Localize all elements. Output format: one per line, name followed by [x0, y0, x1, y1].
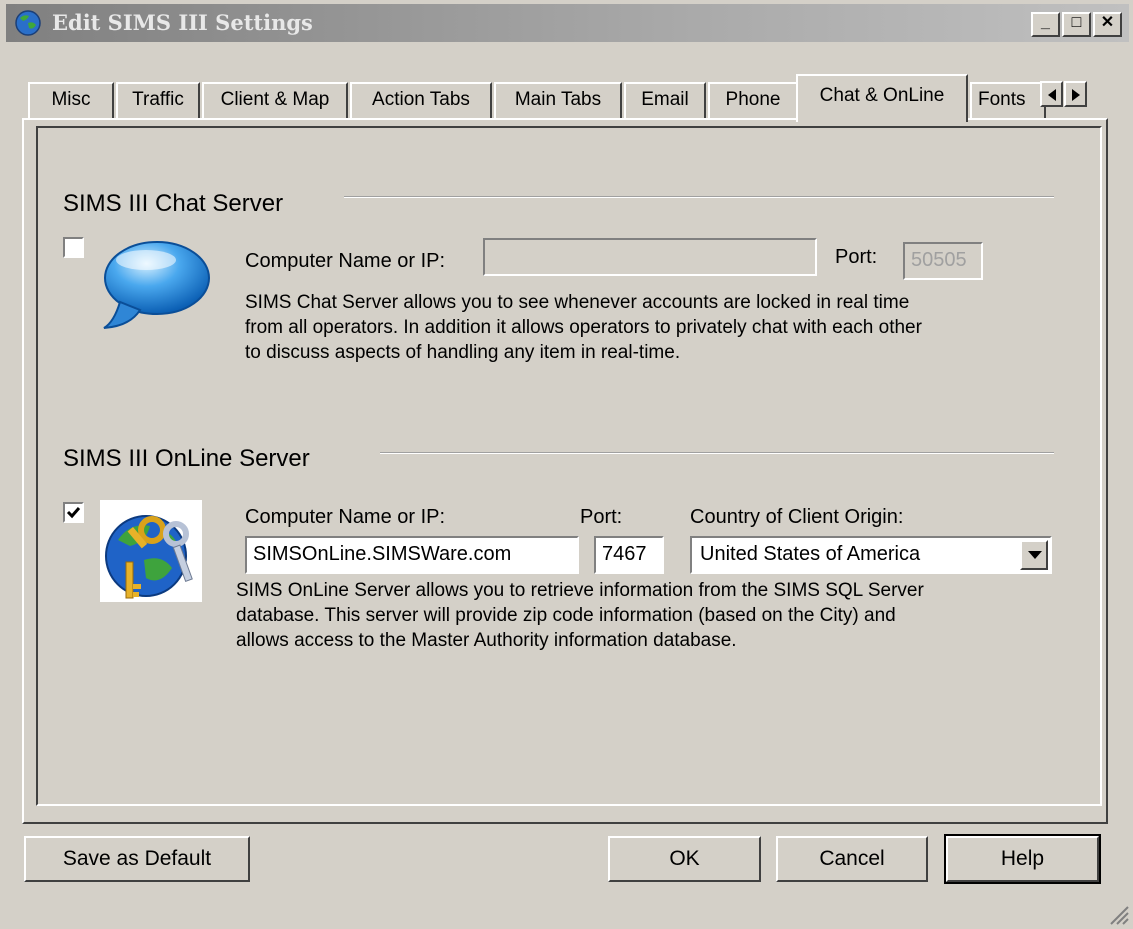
- ok-button[interactable]: OK: [608, 836, 761, 882]
- window-title: Edit SIMS III Settings: [52, 10, 313, 35]
- chat-computer-input[interactable]: [483, 238, 817, 276]
- tab-main-tabs[interactable]: Main Tabs: [494, 82, 622, 120]
- close-icon: ✕: [1100, 14, 1115, 31]
- save-as-default-button[interactable]: Save as Default: [24, 836, 250, 882]
- chat-server-separator: [344, 196, 1054, 198]
- chat-server-group-title: SIMS III Chat Server: [63, 190, 284, 217]
- tab-client-map[interactable]: Client & Map: [202, 82, 348, 120]
- app-globe-icon: [15, 10, 41, 36]
- country-dropdown-button[interactable]: [1020, 540, 1048, 570]
- tab-email[interactable]: Email: [624, 82, 706, 120]
- country-select[interactable]: United States of America: [690, 536, 1052, 574]
- online-port-input[interactable]: 7467: [594, 536, 664, 574]
- online-server-group-title: SIMS III OnLine Server: [63, 445, 310, 472]
- resize-grip-icon[interactable]: [1107, 903, 1129, 925]
- tab-label: Action Tabs: [372, 89, 470, 110]
- globe-keys-icon: [100, 500, 202, 602]
- tab-scroll-right-button[interactable]: [1064, 81, 1087, 107]
- tab-label: Main Tabs: [514, 89, 602, 110]
- country-selected-value: United States of America: [700, 543, 921, 565]
- chat-server-description: SIMS Chat Server allows you to see whene…: [245, 292, 922, 363]
- tab-traffic[interactable]: Traffic: [116, 82, 200, 120]
- chat-port-label: Port:: [835, 246, 878, 268]
- online-server-enable-checkbox[interactable]: [63, 502, 84, 523]
- chat-server-enable-checkbox[interactable]: [63, 237, 84, 258]
- minimize-icon: _: [1041, 14, 1050, 31]
- title-bar[interactable]: Edit SIMS III Settings _ □ ✕: [6, 4, 1129, 42]
- minimize-button[interactable]: _: [1031, 12, 1060, 37]
- tab-label: Misc: [51, 89, 91, 110]
- close-button[interactable]: ✕: [1093, 12, 1122, 37]
- tab-label: Fonts: [978, 89, 1026, 110]
- tab-fonts[interactable]: Fonts: [970, 82, 1046, 120]
- online-server-description: SIMS OnLine Server allows you to retriev…: [236, 580, 924, 651]
- arrow-right-icon: [1072, 89, 1080, 101]
- dropdown-arrow-icon: [1028, 551, 1042, 559]
- arrow-left-icon: [1048, 89, 1056, 101]
- chat-port-input[interactable]: 50505: [903, 242, 983, 280]
- online-port-label: Port:: [580, 506, 623, 528]
- tab-label: Email: [641, 89, 689, 110]
- tab-chat-online[interactable]: Chat & OnLine: [796, 74, 968, 122]
- maximize-icon: □: [1071, 14, 1082, 31]
- tab-action-tabs[interactable]: Action Tabs: [350, 82, 492, 120]
- tab-scroll-left-button[interactable]: [1040, 81, 1063, 107]
- country-label: Country of Client Origin:: [690, 506, 904, 528]
- tab-misc[interactable]: Misc: [28, 82, 114, 120]
- cancel-button[interactable]: Cancel: [776, 836, 928, 882]
- online-computer-label: Computer Name or IP:: [245, 506, 446, 528]
- help-button[interactable]: Help: [944, 834, 1101, 884]
- tab-label: Phone: [725, 89, 781, 110]
- tab-label: Traffic: [132, 89, 184, 110]
- online-computer-input[interactable]: SIMSOnLine.SIMSWare.com: [245, 536, 579, 574]
- online-server-separator: [380, 452, 1054, 454]
- tab-label: Chat & OnLine: [819, 85, 945, 106]
- tab-label: Client & Map: [220, 89, 330, 110]
- chat-computer-label: Computer Name or IP:: [245, 250, 446, 272]
- tab-phone[interactable]: Phone: [708, 82, 798, 120]
- checkmark-icon: [66, 507, 81, 519]
- chat-bubble-icon: [103, 241, 210, 329]
- maximize-button[interactable]: □: [1062, 12, 1091, 37]
